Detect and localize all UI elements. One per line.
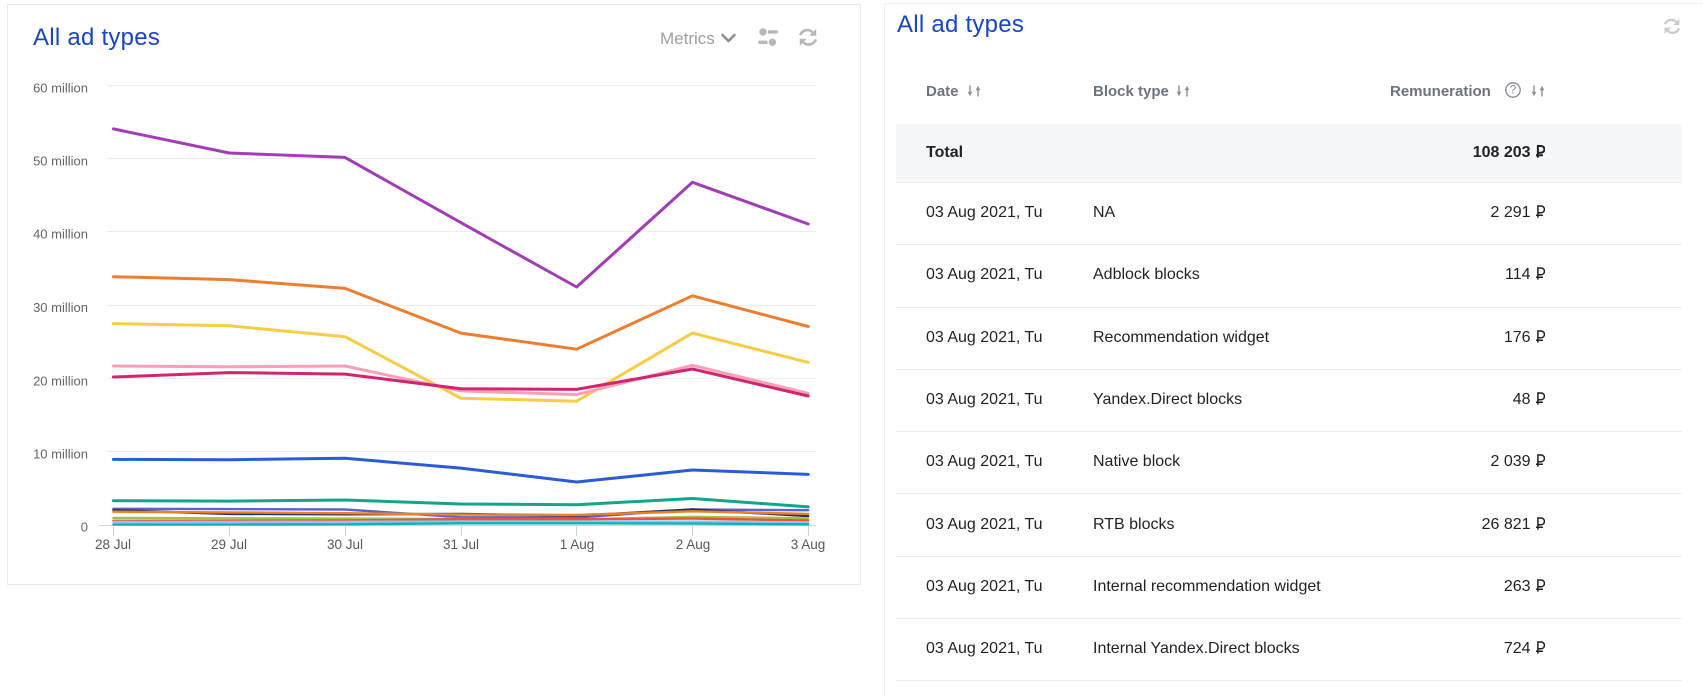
svg-text:60 million: 60 million	[33, 81, 88, 96]
svg-text:3 Aug: 3 Aug	[791, 537, 826, 552]
svg-text:?: ?	[1510, 85, 1516, 97]
svg-text:31 Jul: 31 Jul	[443, 537, 479, 552]
svg-text:10 million: 10 million	[33, 447, 88, 462]
svg-text:20 million: 20 million	[33, 374, 88, 389]
svg-text:40 million: 40 million	[33, 227, 88, 242]
svg-text:2 Aug: 2 Aug	[676, 537, 711, 552]
svg-text:0: 0	[81, 520, 88, 535]
svg-text:50 million: 50 million	[33, 154, 88, 169]
svg-text:30 million: 30 million	[33, 300, 88, 315]
svg-text:28 Jul: 28 Jul	[95, 537, 131, 552]
svg-text:29 Jul: 29 Jul	[211, 537, 247, 552]
svg-text:1 Aug: 1 Aug	[560, 537, 595, 552]
svg-text:30 Jul: 30 Jul	[327, 537, 363, 552]
